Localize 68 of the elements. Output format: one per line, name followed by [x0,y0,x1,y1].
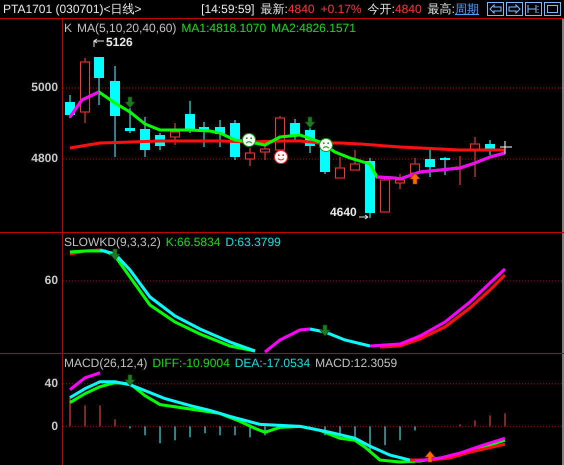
symbol-title: PTA1701 (030701)<日线> [3,0,142,18]
indicator-line [264,328,310,353]
candlestick [470,136,480,178]
down-arrow-icon [124,96,136,108]
legend-text: DEA:-17.0534 [234,356,310,370]
window-button[interactable] [544,2,561,16]
down-arrow-icon [124,374,136,386]
candlestick [65,94,75,118]
quote-value: +0.17% [320,2,362,16]
candlestick [170,122,180,146]
quote-value: 4840 [288,2,315,16]
candlestick [395,174,405,190]
candlestick [140,116,150,158]
legend-text: MACD:12.3059 [315,356,398,370]
candlestick [440,156,450,176]
sad-face-icon [319,138,333,152]
candlestick [410,158,420,176]
up-arrow-icon [424,450,436,462]
quote-value: 4840 [394,2,422,16]
down-arrow-icon [109,248,121,260]
candlestick [185,100,195,134]
legend-text: DIFF:-10.9004 [152,356,230,370]
leader-arrow-icon [358,214,368,220]
candlestick [245,148,255,166]
axis-label: 5000 [31,80,58,94]
legend-text: SLOWKD(9,3,3,2) [64,235,161,249]
down-arrow-icon [319,324,331,336]
candlestick [305,128,315,154]
sad-face-icon [242,133,256,147]
down-arrow-icon [304,116,316,128]
crosshair-icon [500,140,512,154]
price-annotation: 5126 [106,35,133,49]
axis-label: 0 [51,419,58,433]
candlestick [365,158,375,218]
price-annotation: 4640 [330,205,357,219]
candlestick [155,132,165,150]
candlestick [425,148,435,178]
quote-label: 最新: [260,0,288,18]
axis-label: 60 [44,273,58,287]
period-link[interactable]: 周期 [455,0,479,18]
candlestick [215,120,225,148]
legend-text: MA2:4826.1571 [271,21,356,35]
quote-time: [14:59:59] [201,2,255,16]
candlestick [290,118,300,140]
candlestick [260,144,270,160]
candlestick [80,58,90,124]
legend-text: MA(5,10,20,40,60) [77,21,176,35]
scroll-right-button[interactable] [506,2,523,16]
candlestick [94,56,104,106]
axis-label: 4800 [31,151,58,165]
scroll-left-button[interactable] [487,2,504,16]
candlestick [485,140,495,156]
legend-text: K:66.5834 [166,235,220,249]
candlestick [350,150,360,170]
axis-label: 40 [44,376,58,390]
split-view-button[interactable] [525,2,542,16]
candlestick [335,156,345,178]
legend-text: K [64,21,72,35]
smiley-face-icon [274,150,288,164]
legend-text: MA1:4818.1070 [181,21,266,35]
up-arrow-icon [409,172,421,184]
legend-text: MACD(26,12,4) [64,356,148,370]
candlestick [199,122,209,148]
candlestick [455,156,465,186]
quote-label: 最高: [428,0,455,18]
legend-text: D:63.3799 [225,235,281,249]
quote-label: 今开: [368,0,395,18]
leader-arrow-icon [94,38,104,48]
